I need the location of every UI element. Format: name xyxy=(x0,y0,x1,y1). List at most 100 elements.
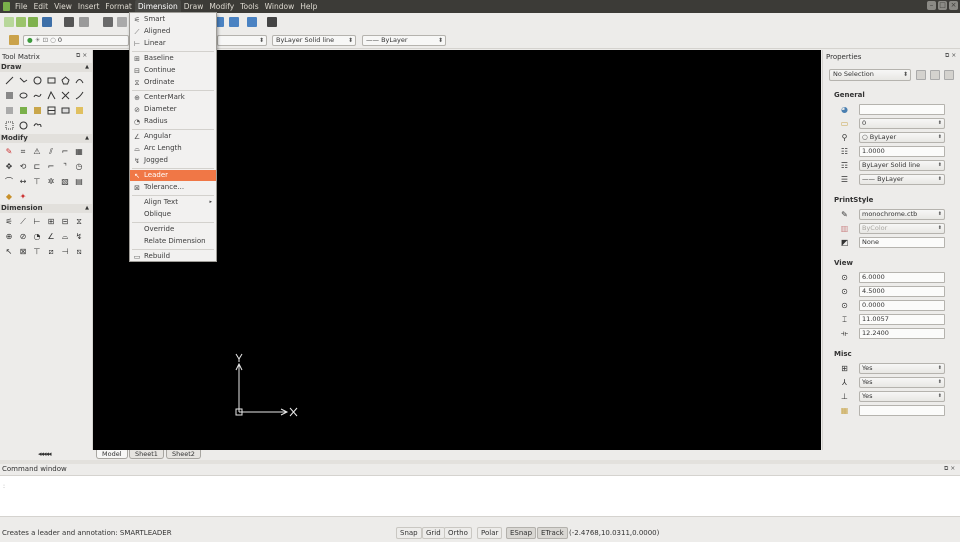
centermark-icon[interactable]: ⊕ xyxy=(2,229,16,244)
menu-item-linear[interactable]: ⊢ Linear xyxy=(130,38,216,49)
ellipse-tool-icon[interactable] xyxy=(16,88,30,103)
select-objects-icon[interactable] xyxy=(930,70,940,80)
inspect-dim-icon[interactable]: ⊤ xyxy=(30,244,44,259)
tab-sheet2[interactable]: Sheet2 xyxy=(166,450,201,459)
menu-item-ordinate[interactable]: ⧖ Ordinate xyxy=(130,77,216,88)
menu-window[interactable]: Window xyxy=(262,0,298,13)
arc-tool-icon[interactable] xyxy=(72,73,86,88)
grid-icon[interactable] xyxy=(267,17,277,27)
menu-item-radius[interactable]: ◔ Radius xyxy=(130,116,216,127)
ordinate-dim-icon[interactable]: ⧖ xyxy=(72,214,86,229)
chamfer-tool-icon[interactable]: ◷ xyxy=(72,159,86,174)
linear-dim-icon[interactable]: ⊢ xyxy=(30,214,44,229)
cut-icon[interactable] xyxy=(103,17,113,27)
mirror-tool-icon[interactable]: ⚠ xyxy=(30,144,44,159)
menu-insert[interactable]: Insert xyxy=(75,0,103,13)
plotstyle-table-field[interactable]: monochrome.ctb ⬍ xyxy=(859,209,945,220)
baseline-dim-icon[interactable]: ⊞ xyxy=(44,214,58,229)
lineweight-field[interactable]: —— ByLayer ⬍ xyxy=(859,174,945,185)
grid-toggle[interactable]: Grid xyxy=(422,527,445,539)
selection-select[interactable]: No Selection ⬍ xyxy=(829,69,911,81)
splitter[interactable] xyxy=(0,460,960,464)
menu-item-smart[interactable]: ⚟ Smart xyxy=(130,14,216,25)
jogged-dim-icon[interactable]: ↯ xyxy=(72,229,86,244)
menu-item-diameter[interactable]: ⊘ Diameter xyxy=(130,104,216,115)
maximize-button[interactable]: □ xyxy=(938,1,947,10)
layer-manager-icon[interactable] xyxy=(9,35,19,45)
quick-select-icon[interactable] xyxy=(944,70,954,80)
revcloud-tool-icon[interactable] xyxy=(30,118,44,133)
match-properties-icon[interactable]: ▧ xyxy=(58,174,72,189)
break-tool-icon[interactable]: ⌒ xyxy=(2,174,16,189)
close-button[interactable]: × xyxy=(949,1,958,10)
continue-dim-icon[interactable]: ⊟ xyxy=(58,214,72,229)
menu-item-aligned[interactable]: ⟋ Aligned xyxy=(130,26,216,37)
menu-item-jogged[interactable]: ↯ Jogged xyxy=(130,155,216,166)
command-window-close-icon[interactable]: ⧉ × xyxy=(944,465,955,473)
menu-item-continue[interactable]: ⊟ Continue xyxy=(130,65,216,76)
tolerance-icon[interactable]: ⊠ xyxy=(16,244,30,259)
section-modify-header[interactable]: Modify ▲ xyxy=(0,134,92,143)
offset-tool-icon[interactable]: ⫽ xyxy=(44,144,58,159)
polyline-tool-icon[interactable] xyxy=(16,73,30,88)
linetype-scale-field[interactable]: 1.0000 xyxy=(859,146,945,157)
menu-file[interactable]: File xyxy=(12,0,31,13)
tab-model[interactable]: Model xyxy=(96,450,128,459)
menu-tools[interactable]: Tools xyxy=(237,0,261,13)
radius-dim-icon[interactable]: ◔ xyxy=(30,229,44,244)
menu-item-tolerance[interactable]: ⊠ Tolerance... xyxy=(130,182,216,193)
spline-tool-icon[interactable] xyxy=(30,88,44,103)
panel-close-icon[interactable]: ⧉ × xyxy=(945,52,956,60)
snap-toggle[interactable]: Snap xyxy=(396,527,422,539)
trim-tool-icon[interactable]: ⌐ xyxy=(44,159,58,174)
tab-sheet1[interactable]: Sheet1 xyxy=(129,450,164,459)
menu-item-align-text[interactable]: Align Text ▸ xyxy=(130,197,216,208)
menu-item-centermark[interactable]: ⊕ CenterMark xyxy=(130,92,216,103)
rotate-tool-icon[interactable]: ⟲ xyxy=(16,159,30,174)
menu-edit[interactable]: Edit xyxy=(31,0,52,13)
donut-tool-icon[interactable] xyxy=(16,118,30,133)
linetype-select[interactable]: ByLayer Solid line ⬍ xyxy=(272,35,356,46)
dim-edit-icon[interactable]: ⧅ xyxy=(72,244,86,259)
command-window[interactable]: : xyxy=(0,475,960,517)
point-tool-icon[interactable] xyxy=(44,88,58,103)
plot-field[interactable]: None xyxy=(859,237,945,248)
burst-tool-icon[interactable]: ✦ xyxy=(16,189,30,204)
table-tool-icon[interactable] xyxy=(44,103,58,118)
new-file-icon[interactable] xyxy=(4,17,14,27)
section-dimension-header[interactable]: Dimension ▲ xyxy=(0,204,92,213)
menu-help[interactable]: Help xyxy=(297,0,320,13)
ucs-per-viewport-field[interactable]: Yes ⬍ xyxy=(859,377,945,388)
zoom-window-icon[interactable] xyxy=(247,17,257,27)
layer-field[interactable]: 0 ⬍ xyxy=(859,118,945,129)
polygon-tool-icon[interactable] xyxy=(58,73,72,88)
color-select[interactable]: ⬍ xyxy=(217,35,267,46)
linetype-source-field[interactable]: ○ ByLayer ⬍ xyxy=(859,132,945,143)
wipeout-tool-icon[interactable] xyxy=(2,118,16,133)
ucs-name-field[interactable] xyxy=(859,405,945,416)
extend-tool-icon[interactable]: ⌝ xyxy=(58,159,72,174)
etrack-toggle[interactable]: ETrack xyxy=(537,527,568,539)
center-z-field[interactable]: 0.0000 xyxy=(859,300,945,311)
edit-text-icon[interactable]: ▤ xyxy=(72,174,86,189)
match-brush-icon[interactable]: ◆ xyxy=(2,189,16,204)
leader-dim-icon[interactable]: ↖ xyxy=(2,244,16,259)
toggle-pickadd-icon[interactable] xyxy=(916,70,926,80)
center-x-field[interactable]: 6.0000 xyxy=(859,272,945,283)
save-icon[interactable] xyxy=(42,17,52,27)
aligned-dim-icon[interactable]: ⟋ xyxy=(16,214,30,229)
ucs-icon-on-field[interactable]: Yes ⬍ xyxy=(859,363,945,374)
zoom-out-icon[interactable] xyxy=(229,17,239,27)
menu-item-override[interactable]: Override xyxy=(130,224,216,235)
open-file-icon[interactable] xyxy=(28,17,38,27)
width-field[interactable]: 12.2400 xyxy=(859,328,945,339)
polar-toggle[interactable]: Polar xyxy=(477,527,503,539)
block-tool-icon[interactable] xyxy=(16,103,30,118)
insert-block-icon[interactable] xyxy=(30,103,44,118)
panel-close-icon[interactable]: ⧉ × xyxy=(76,52,87,60)
menu-item-leader[interactable]: ↖ Leader xyxy=(130,170,216,181)
print-icon[interactable] xyxy=(64,17,74,27)
ortho-toggle[interactable]: Ortho xyxy=(444,527,472,539)
hatch-tool-icon[interactable] xyxy=(2,88,16,103)
xline-tool-icon[interactable] xyxy=(58,88,72,103)
